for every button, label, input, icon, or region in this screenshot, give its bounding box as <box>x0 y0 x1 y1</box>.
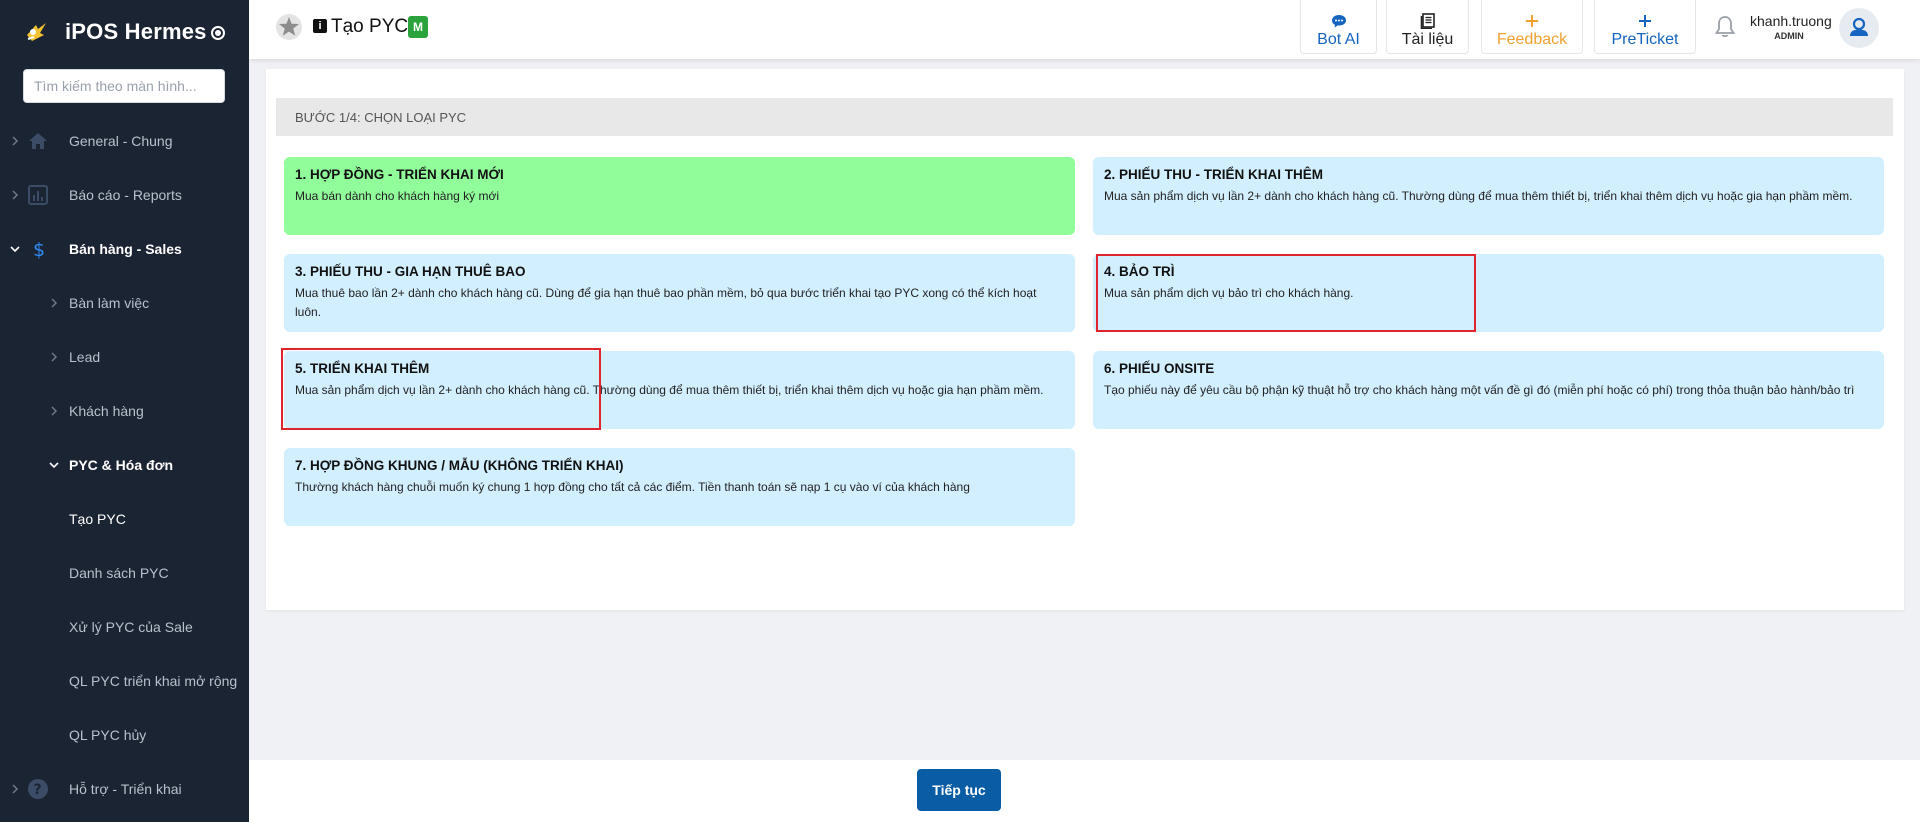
pyc-type-card-7[interactable]: 7. HỢP ĐỒNG KHUNG / MẪU (KHÔNG TRIỂN KHA… <box>284 448 1075 526</box>
info-icon[interactable]: i <box>313 19 327 33</box>
card-title: 3. PHIẾU THU - GIA HẠN THUÊ BAO <box>295 264 526 279</box>
user-name: khanh.truong <box>1750 13 1832 29</box>
card-description: Mua sản phẩm dịch vụ bảo trì cho khách h… <box>1104 286 1354 300</box>
card-description: Tạo phiếu này để yêu cầu bộ phận kỹ thuậ… <box>1104 383 1855 397</box>
card-title: 5. TRIỂN KHAI THÊM <box>295 361 430 376</box>
sidebar-subitem-label: Lead <box>69 349 101 365</box>
sidebar-link-label: QL PYC hủy <box>69 727 147 743</box>
chat-icon <box>1331 15 1346 28</box>
sidebar-item-label: General - Chung <box>69 133 173 149</box>
page-title: Tạo PYC <box>331 16 409 37</box>
bar-chart-icon <box>28 185 48 205</box>
card-description: Mua sản phẩm dịch vụ lần 2+ dành cho khá… <box>1104 189 1853 203</box>
favorite-star-icon[interactable] <box>275 13 303 41</box>
card-title: 7. HỢP ĐỒNG KHUNG / MẪU (KHÔNG TRIỂN KHA… <box>295 458 624 473</box>
sidebar-link-label: Danh sách PYC <box>69 565 169 581</box>
main-panel: BƯỚC 1/4: CHỌN LOẠI PYC 1. HỢP ĐỒNG - TR… <box>266 69 1904 610</box>
chevron-right-icon <box>12 190 19 200</box>
sidebar-item-label: Hỗ trợ - Triển khai <box>69 781 182 797</box>
pyc-type-card-4[interactable]: 4. BẢO TRÌ Mua sản phẩm dịch vụ bảo trì … <box>1093 254 1884 332</box>
sidebar-item-label: Bán hàng - Sales <box>69 241 182 257</box>
sidebar-link-cancelled-pyc[interactable]: QL PYC hủy <box>0 715 249 755</box>
pyc-type-card-2[interactable]: 2. PHIẾU THU - TRIỂN KHAI THÊM Mua sản p… <box>1093 157 1884 235</box>
card-description: Mua sản phẩm dịch vụ lần 2+ dành cho khá… <box>295 383 1044 397</box>
sidebar-link-pyc-list[interactable]: Danh sách PYC <box>0 553 249 593</box>
book-icon <box>1420 13 1435 29</box>
user-role: ADMIN <box>1774 31 1804 41</box>
sidebar-subitem-customers[interactable]: Khách hàng <box>0 391 249 431</box>
dollar-icon: $ <box>33 239 45 260</box>
chevron-right-icon <box>51 406 58 416</box>
card-title: 6. PHIẾU ONSITE <box>1104 361 1215 376</box>
sidebar-item-sales[interactable]: $ Bán hàng - Sales <box>0 229 249 269</box>
avatar[interactable] <box>1839 8 1879 48</box>
chevron-down-icon <box>49 462 59 469</box>
card-description: Mua thuê bao lần 2+ dành cho khách hàng … <box>295 286 1037 319</box>
sidebar-item-support[interactable]: ? Hỗ trợ - Triển khai <box>0 769 249 809</box>
sidebar-subitem-label: Bàn làm việc <box>69 295 150 311</box>
app-title: iPOS Hermes <box>65 19 207 44</box>
plus-icon <box>1639 15 1651 27</box>
chevron-right-icon <box>12 784 19 794</box>
preticket-label: PreTicket <box>1611 31 1679 48</box>
chevron-right-icon <box>51 298 58 308</box>
pyc-type-card-3[interactable]: 3. PHIẾU THU - GIA HẠN THUÊ BAO Mua thuê… <box>284 254 1075 332</box>
svg-text:$: $ <box>33 239 45 260</box>
card-title: 2. PHIẾU THU - TRIỂN KHAI THÊM <box>1104 167 1324 182</box>
help-circle-icon: ? <box>28 779 48 799</box>
preticket-button[interactable]: PreTicket <box>1594 0 1696 54</box>
feedback-label: Feedback <box>1496 31 1568 48</box>
pyc-type-card-1[interactable]: 1. HỢP ĐỒNG - TRIỂN KHAI MỚI Mua bán dàn… <box>284 157 1075 235</box>
hermes-logo-icon <box>27 23 46 41</box>
home-icon <box>29 133 47 149</box>
sidebar-subitem-label: Khách hàng <box>69 403 144 419</box>
radio-dot-icon[interactable] <box>211 26 225 40</box>
sidebar-item-general[interactable]: General - Chung <box>0 121 249 161</box>
sidebar-subitem-label: PYC & Hóa đơn <box>69 457 174 473</box>
sidebar-link-create-pyc[interactable]: Tạo PYC <box>0 499 249 539</box>
card-title: 1. HỢP ĐỒNG - TRIỂN KHAI MỚI <box>295 167 504 182</box>
brand: iPOS Hermes <box>0 0 249 62</box>
sidebar-subitem-lead[interactable]: Lead <box>0 337 249 377</box>
sidebar-link-label: Tạo PYC <box>69 511 126 527</box>
chevron-down-icon <box>10 246 20 253</box>
user-icon <box>1850 17 1868 36</box>
sidebar-link-extended-pyc[interactable]: QL PYC triển khai mở rộng <box>0 661 249 701</box>
plus-icon <box>1526 15 1538 27</box>
continue-button[interactable]: Tiếp tục <box>917 769 1001 811</box>
sidebar-link-sale-pyc[interactable]: Xử lý PYC của Sale <box>0 607 249 647</box>
feedback-button[interactable]: Feedback <box>1481 0 1583 54</box>
card-description: Mua bán dành cho khách hàng ký mới <box>295 189 499 203</box>
sidebar-item-reports[interactable]: Báo cáo - Reports <box>0 175 249 215</box>
mode-badge: M <box>408 16 428 38</box>
sidebar-item-label: Báo cáo - Reports <box>69 187 182 203</box>
pyc-type-card-5[interactable]: 5. TRIỂN KHAI THÊM Mua sản phẩm dịch vụ … <box>284 351 1075 429</box>
bot-ai-label: Bot AI <box>1317 31 1360 48</box>
bot-ai-button[interactable]: Bot AI <box>1300 0 1377 54</box>
card-description: Thường khách hàng chuỗi muốn ký chung 1 … <box>295 480 970 494</box>
documents-label: Tài liệu <box>1401 31 1454 48</box>
pyc-type-card-6[interactable]: 6. PHIẾU ONSITE Tạo phiếu này để yêu cầu… <box>1093 351 1884 429</box>
footer-bar: Tiếp tục <box>249 760 1920 822</box>
documents-button[interactable]: Tài liệu <box>1386 0 1469 54</box>
sidebar-subitem-pyc-invoices[interactable]: PYC & Hóa đơn <box>0 445 249 485</box>
chevron-right-icon <box>51 352 58 362</box>
top-header: i Tạo PYC M Bot AI Tài liệu Feedback Pre… <box>249 0 1920 59</box>
sidebar-subitem-workspace[interactable]: Bàn làm việc <box>0 283 249 323</box>
step-label: BƯỚC 1/4: CHỌN LOẠI PYC <box>295 110 467 125</box>
card-title: 4. BẢO TRÌ <box>1104 264 1175 279</box>
sidebar-link-label: QL PYC triển khai mở rộng <box>69 673 238 689</box>
svg-text:?: ? <box>34 782 42 798</box>
chevron-right-icon <box>12 136 19 146</box>
step-header: BƯỚC 1/4: CHỌN LOẠI PYC <box>276 98 1893 136</box>
sidebar-search-input[interactable] <box>23 69 225 103</box>
sidebar: iPOS Hermes General - Chung Báo cáo - Re… <box>0 0 249 822</box>
bell-icon[interactable] <box>1712 14 1738 40</box>
sidebar-link-label: Xử lý PYC của Sale <box>69 619 193 635</box>
